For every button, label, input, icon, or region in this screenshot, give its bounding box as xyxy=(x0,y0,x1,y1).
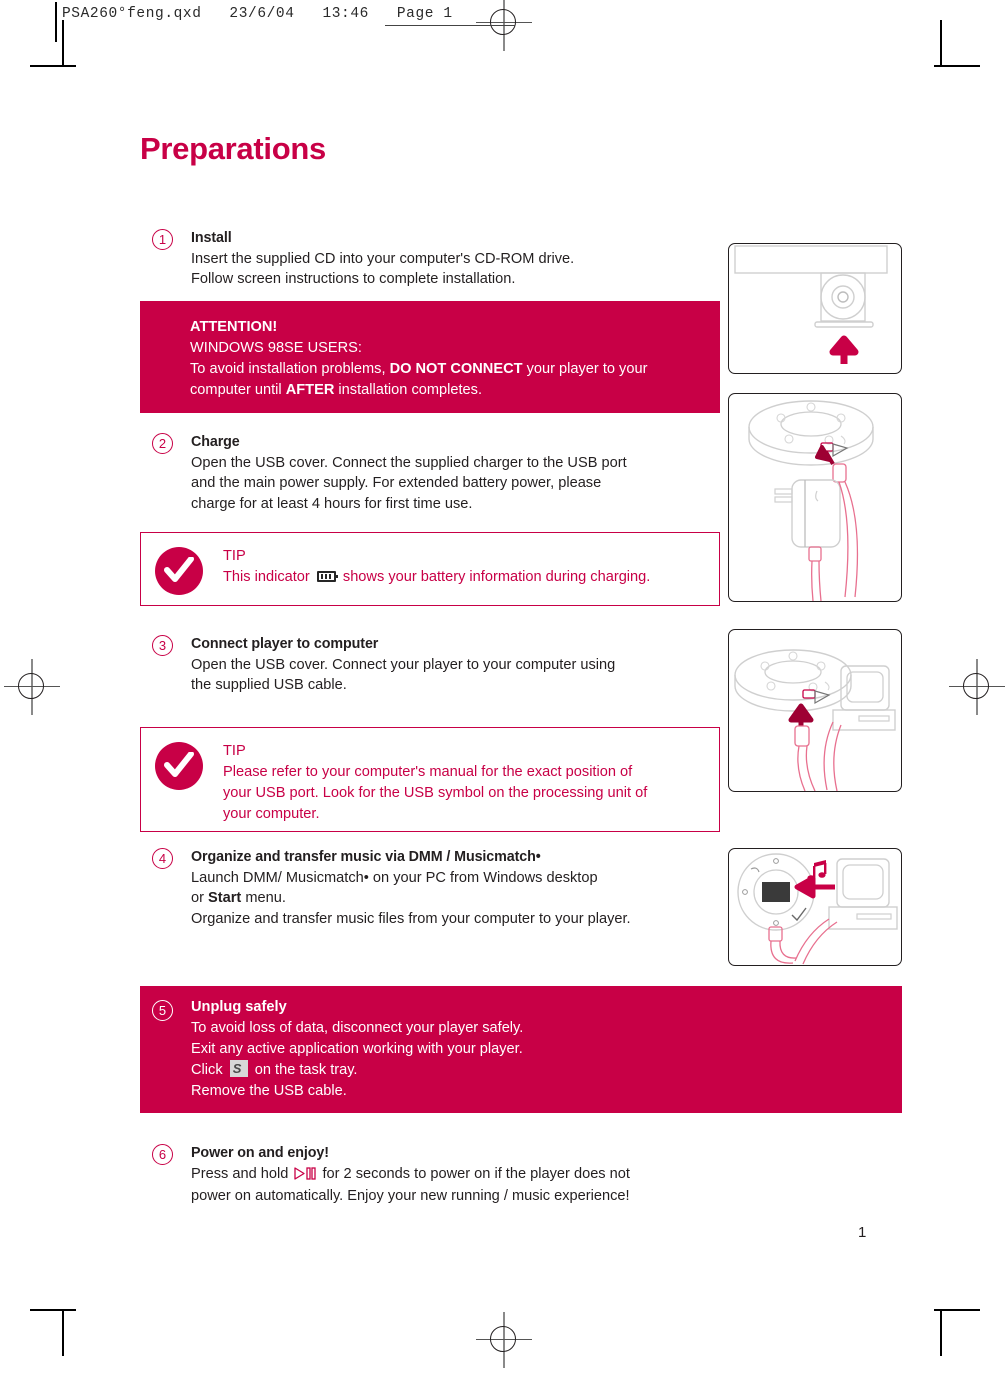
step-number-5: 5 xyxy=(152,1000,173,1021)
registration-mark-right xyxy=(949,659,1005,715)
step-line: Open the USB cover. Connect your player … xyxy=(191,656,616,673)
step-line: or Start menu. xyxy=(191,890,286,907)
registration-mark-left xyxy=(4,659,60,715)
check-circle-icon xyxy=(155,547,203,595)
step-charge: 2 Charge Open the USB cover. Connect the… xyxy=(140,432,720,514)
unplug-heading: Unplug safely xyxy=(191,999,287,1015)
attention-subheading: WINDOWS 98SE USERS: xyxy=(190,340,362,356)
unplug-safely-panel: 5 Unplug safely To avoid loss of data, d… xyxy=(140,986,902,1113)
illustration-cd-insert-into-drive xyxy=(728,243,902,374)
tip-line: Please refer to your computer's manual f… xyxy=(223,764,633,780)
play-pause-icon xyxy=(294,1166,317,1187)
step-heading-install: Install xyxy=(191,230,232,246)
step-number-2: 2 xyxy=(152,433,173,454)
attention-line-2: computer until AFTER installation comple… xyxy=(190,382,483,398)
step-connect: 3 Connect player to computer Open the US… xyxy=(140,634,720,696)
step-number-6: 6 xyxy=(152,1144,173,1165)
unplug-line: Exit any active application working with… xyxy=(191,1041,523,1057)
step-line: power on automatically. Enjoy your new r… xyxy=(191,1188,630,1205)
tip-line: your USB port. Look for the USB symbol o… xyxy=(223,785,648,801)
step-line: charge for at least 4 hours for first ti… xyxy=(191,495,473,512)
registration-mark-bottom xyxy=(476,1312,532,1368)
page-title: Preparations xyxy=(140,131,326,166)
stamp-rule xyxy=(55,2,57,42)
step-line: Press and hold for 2 seconds to power on… xyxy=(191,1164,720,1187)
step-heading-connect: Connect player to computer xyxy=(191,636,379,652)
attention-line-1: To avoid installation problems, DO NOT C… xyxy=(190,361,648,377)
safely-remove-hardware-icon: S xyxy=(229,1060,248,1077)
step-organize-transfer: 4 Organize and transfer music via DMM / … xyxy=(140,847,720,929)
tip-line: your computer. xyxy=(223,806,320,822)
tip-label: TIP xyxy=(223,743,246,759)
step-heading-organize: Organize and transfer music via DMM / Mu… xyxy=(191,849,541,865)
step-line: Launch DMM/ Musicmatch• on your PC from … xyxy=(191,869,598,886)
illustration-player-usb-to-computer xyxy=(728,629,902,792)
attention-panel: ATTENTION! WINDOWS 98SE USERS: To avoid … xyxy=(140,301,720,413)
file-stamp: PSA260°feng.qxd 23/6/04 13:46 Page 1 xyxy=(62,6,453,22)
step-number-1: 1 xyxy=(152,229,173,250)
stamp-underline xyxy=(385,25,515,26)
step-line: Follow screen instructions to complete i… xyxy=(191,271,516,288)
battery-icon xyxy=(316,571,338,582)
check-circle-icon xyxy=(155,742,203,790)
tip-box-battery: TIP This indicator shows your battery in… xyxy=(140,532,720,606)
tip-label: TIP xyxy=(223,548,246,564)
step-number-3: 3 xyxy=(152,635,173,656)
step-line: the supplied USB cable. xyxy=(191,677,347,694)
step-line: Open the USB cover. Connect the supplied… xyxy=(191,454,627,471)
tip-box-usb-port: TIP Please refer to your computer's manu… xyxy=(140,727,720,832)
step-line: Insert the supplied CD into your compute… xyxy=(191,250,575,267)
step-line: Organize and transfer music files from y… xyxy=(191,910,631,927)
step-line: and the main power supply. For extended … xyxy=(191,475,602,492)
step-power-on: 6 Power on and enjoy! Press and hold for… xyxy=(140,1143,720,1207)
manual-page: PSA260°feng.qxd 23/6/04 13:46 Page 1 Pre… xyxy=(0,0,1008,1373)
illustration-player-with-wall-charger xyxy=(728,393,902,602)
tip-body: This indicator shows your battery inform… xyxy=(223,569,651,585)
attention-heading: ATTENTION! xyxy=(190,319,278,335)
unplug-line: Remove the USB cable. xyxy=(191,1083,347,1099)
unplug-line: Click S on the task tray. xyxy=(191,1060,358,1078)
step-heading-power-on: Power on and enjoy! xyxy=(191,1145,329,1161)
unplug-line: To avoid loss of data, disconnect your p… xyxy=(191,1020,524,1036)
step-heading-charge: Charge xyxy=(191,434,240,450)
page-number: 1 xyxy=(858,1224,867,1241)
illustration-music-transfer-to-player xyxy=(728,848,902,966)
step-number-4: 4 xyxy=(152,848,173,869)
step-install: 1 Install Insert the supplied CD into yo… xyxy=(140,228,720,290)
